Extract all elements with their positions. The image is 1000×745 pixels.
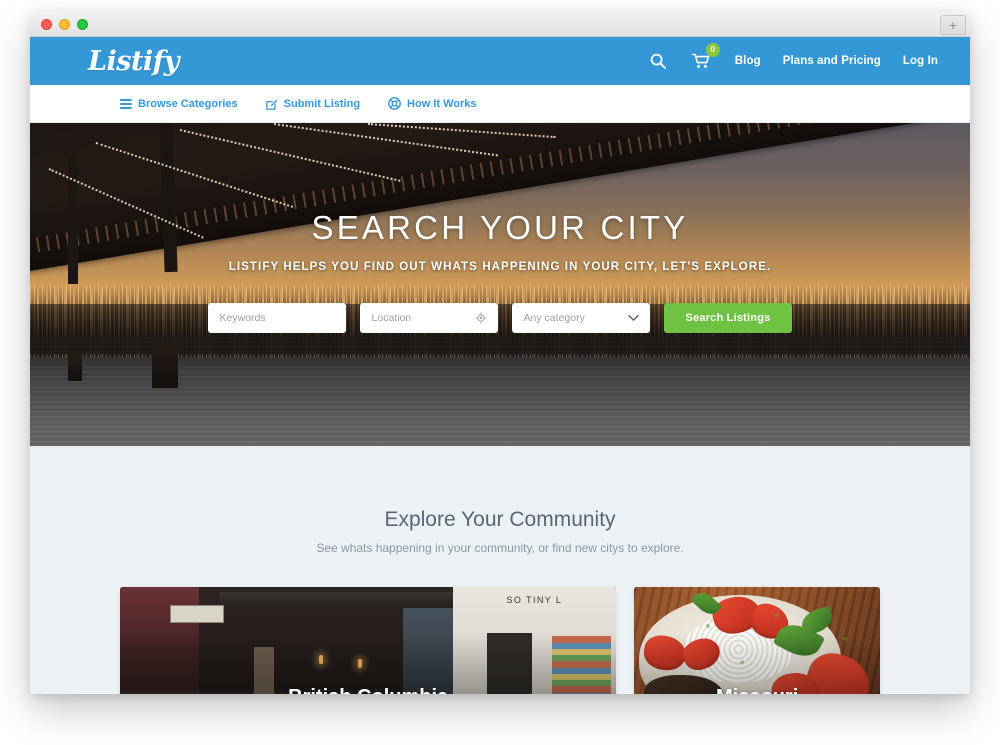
nav-label-submit-listing: Submit Listing <box>283 97 361 110</box>
city-card-overlay <box>120 587 617 694</box>
hero-bridge-pier-far <box>67 352 82 382</box>
new-tab-button[interactable]: + <box>940 15 966 35</box>
header-nav: 0 Blog Plans and Pricing Log In <box>647 43 938 72</box>
header-link-log-in[interactable]: Log In <box>903 55 938 67</box>
search-listings-button[interactable]: Search Listings <box>663 303 793 333</box>
nav-label-how-it-works: How It Works <box>407 97 477 110</box>
city-card-overlay <box>634 587 880 694</box>
nav-item-submit-listing[interactable]: Submit Listing <box>265 97 361 110</box>
explore-subtitle: See whats happening in your community, o… <box>316 541 684 555</box>
window-controls <box>41 19 88 30</box>
cart-count-badge: 0 <box>705 43 720 57</box>
city-card-title-british-columbia: British Columbia <box>120 686 616 694</box>
city-card-title-missouri: Missouri <box>634 686 880 694</box>
window-minimize-button[interactable] <box>59 19 70 30</box>
hero-content: SEARCH YOUR CITY LISTIFY HELPS YOU FIND … <box>30 123 970 333</box>
window-zoom-button[interactable] <box>77 19 88 30</box>
site-header: Listify 0 Blog Plans and Pricing Log In <box>30 37 970 85</box>
pencil-square-icon <box>265 98 278 110</box>
city-card-british-columbia[interactable]: SO TINY L British Columbia <box>120 587 617 694</box>
geolocate-crosshair-icon[interactable] <box>474 312 487 324</box>
location-input[interactable]: Location <box>359 303 498 333</box>
shopping-cart-icon[interactable]: 0 <box>691 43 720 72</box>
nav-label-browse-categories: Browse Categories <box>138 97 238 110</box>
nav-item-how-it-works[interactable]: How It Works <box>388 97 477 110</box>
keywords-placeholder-text: Keywords <box>219 312 266 324</box>
nav-item-browse-categories[interactable]: Browse Categories <box>120 98 238 110</box>
hamburger-menu-icon <box>120 98 132 109</box>
hero-subtitle: LISTIFY HELPS YOU FIND OUT WHATS HAPPENI… <box>228 261 772 273</box>
lifebuoy-icon <box>388 97 401 110</box>
hero-search-form: Keywords Location Any category Search Li… <box>30 303 970 333</box>
browser-titlebar: + <box>30 12 970 37</box>
city-card-grid: SO TINY L British Columbia <box>30 587 970 694</box>
search-icon[interactable] <box>647 50 669 72</box>
location-placeholder-text: Location <box>371 312 412 324</box>
hero-title: SEARCH YOUR CITY <box>311 209 689 246</box>
site-logo[interactable]: Listify <box>88 46 179 77</box>
category-selected-text: Any category <box>523 312 585 324</box>
explore-community-section: Explore Your Community See whats happeni… <box>30 446 970 694</box>
page-viewport: Listify 0 Blog Plans and Pricing Log In … <box>30 37 970 694</box>
hero-banner: SEARCH YOUR CITY LISTIFY HELPS YOU FIND … <box>30 123 970 446</box>
explore-title: Explore Your Community <box>384 508 616 531</box>
category-select[interactable]: Any category <box>511 303 650 333</box>
window-close-button[interactable] <box>41 19 52 30</box>
browser-window: + Listify 0 Blog Plans and Pricing Log I… <box>30 12 970 694</box>
header-link-plans-and-pricing[interactable]: Plans and Pricing <box>783 55 881 67</box>
city-card-missouri[interactable]: Missouri <box>634 587 880 694</box>
chevron-down-icon[interactable] <box>627 314 639 322</box>
hero-bridge-pier-main <box>152 342 179 388</box>
keywords-input[interactable]: Keywords <box>207 303 346 333</box>
header-link-blog[interactable]: Blog <box>735 55 761 67</box>
secondary-nav: Browse Categories Submit Listing How It … <box>30 85 970 123</box>
